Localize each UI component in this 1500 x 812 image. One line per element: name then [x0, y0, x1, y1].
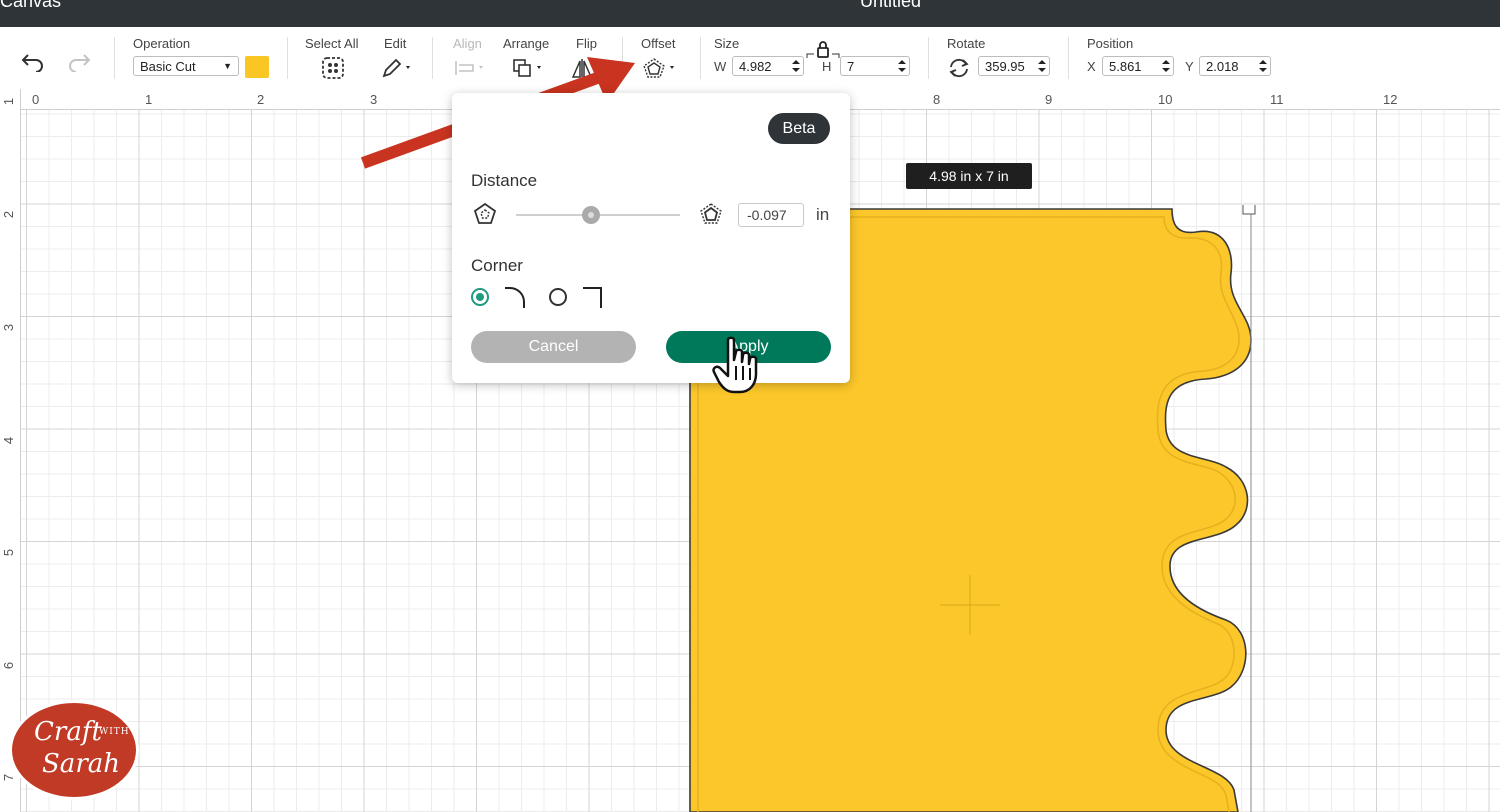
select-all-label: Select All	[305, 36, 359, 51]
rotate-input[interactable]: 359.95	[978, 56, 1050, 76]
y-label: Y	[1185, 59, 1194, 74]
lock-proportions-icon[interactable]	[806, 40, 840, 60]
x-value: 5.861	[1109, 58, 1142, 74]
dimension-tooltip: 4.98 in x 7 in	[906, 163, 1032, 189]
y-position-input[interactable]: 2.018	[1199, 56, 1271, 76]
distance-slider-handle[interactable]	[582, 206, 601, 224]
app-section-title: Canvas	[0, 0, 62, 11]
ruler-mark: 5	[1, 548, 17, 557]
rotate-icon	[946, 56, 972, 80]
ruler-mark: 2	[257, 92, 265, 107]
stepper-icon[interactable]	[1037, 59, 1047, 73]
ruler-mark: 9	[1045, 92, 1053, 107]
outset-pentagon-icon	[698, 201, 724, 227]
arrange-label: Arrange	[503, 36, 550, 51]
beta-badge: Beta	[768, 113, 830, 144]
ruler-mark: 3	[1, 323, 17, 332]
ruler-mark: 1	[145, 92, 153, 107]
rotate-label: Rotate	[947, 36, 986, 51]
select-all-icon[interactable]	[320, 55, 346, 81]
offset-panel: Beta Distance -0.097 in Corner Cancel Ap…	[452, 93, 850, 383]
flip-label: Flip	[576, 36, 597, 51]
edit-label: Edit	[384, 36, 407, 51]
corner-label: Corner	[471, 256, 523, 275]
toolbar-divider	[700, 37, 701, 79]
chevron-down-icon: ▼	[223, 61, 232, 71]
inset-pentagon-icon	[472, 201, 498, 227]
offset-label: Offset	[641, 36, 676, 51]
ruler-mark: 7	[1, 773, 17, 782]
ruler-mark: 2	[1, 210, 17, 219]
operation-label: Operation	[133, 36, 191, 51]
stepper-icon[interactable]	[791, 59, 801, 73]
operation-value: Basic Cut	[140, 58, 196, 74]
corner-square-radio[interactable]	[549, 288, 567, 306]
ruler-mark: 4	[1, 436, 17, 445]
edit-toolbar: Operation Basic Cut ▼ Select All Edit Al…	[0, 27, 1500, 90]
width-input[interactable]: 4.982	[732, 56, 804, 76]
align-label: Align	[453, 36, 482, 51]
ruler-mark: 8	[933, 92, 941, 107]
operation-select[interactable]: Basic Cut ▼	[133, 56, 239, 76]
distance-unit: in	[816, 205, 830, 224]
distance-input[interactable]: -0.097	[738, 203, 804, 227]
logo-text: WITH	[99, 727, 130, 737]
ruler-mark: 6	[1, 661, 17, 670]
distance-label: Distance	[471, 171, 538, 190]
stepper-icon[interactable]	[1161, 59, 1171, 73]
rounded-corner-icon[interactable]	[503, 285, 527, 309]
square-corner-icon[interactable]	[580, 285, 604, 309]
rotate-value: 359.95	[985, 58, 1025, 74]
ruler-mark: 12	[1383, 92, 1398, 107]
ruler-mark: 10	[1158, 92, 1173, 107]
size-label: Size	[714, 36, 740, 51]
logo-text: Sarah	[42, 749, 120, 779]
hand-cursor-icon	[712, 336, 758, 394]
left-ruler: 1 2 3 4 5 6 7	[0, 89, 21, 812]
height-input[interactable]: 7	[840, 56, 910, 76]
toolbar-divider	[1068, 37, 1069, 79]
operation-color-swatch[interactable]	[245, 56, 269, 78]
ruler-mark: 0	[32, 92, 40, 107]
toolbar-divider	[928, 37, 929, 79]
x-position-input[interactable]: 5.861	[1102, 56, 1174, 76]
craft-with-sarah-logo: Craft WITH Sarah	[9, 700, 139, 800]
ruler-mark: 11	[1270, 92, 1284, 107]
height-label: H	[822, 59, 832, 74]
redo-icon[interactable]	[64, 49, 94, 75]
ruler-mark: 1	[1, 97, 17, 106]
toolbar-divider	[114, 37, 115, 79]
cancel-button[interactable]: Cancel	[471, 331, 636, 363]
logo-text: Craft	[34, 717, 102, 747]
x-label: X	[1087, 59, 1096, 74]
toolbar-divider	[287, 37, 288, 79]
y-value: 2.018	[1206, 58, 1239, 74]
corner-rounded-radio[interactable]	[471, 288, 489, 306]
stepper-icon[interactable]	[1258, 59, 1268, 73]
title-bar: Canvas Untitled	[0, 0, 1500, 27]
project-title[interactable]: Untitled	[860, 0, 921, 12]
undo-icon[interactable]	[18, 49, 48, 75]
width-value: 4.982	[739, 58, 772, 74]
height-value: 7	[847, 58, 855, 74]
width-label: W	[714, 59, 727, 74]
position-label: Position	[1087, 36, 1134, 51]
stepper-icon[interactable]	[897, 59, 907, 73]
offset-icon[interactable]	[640, 56, 680, 80]
